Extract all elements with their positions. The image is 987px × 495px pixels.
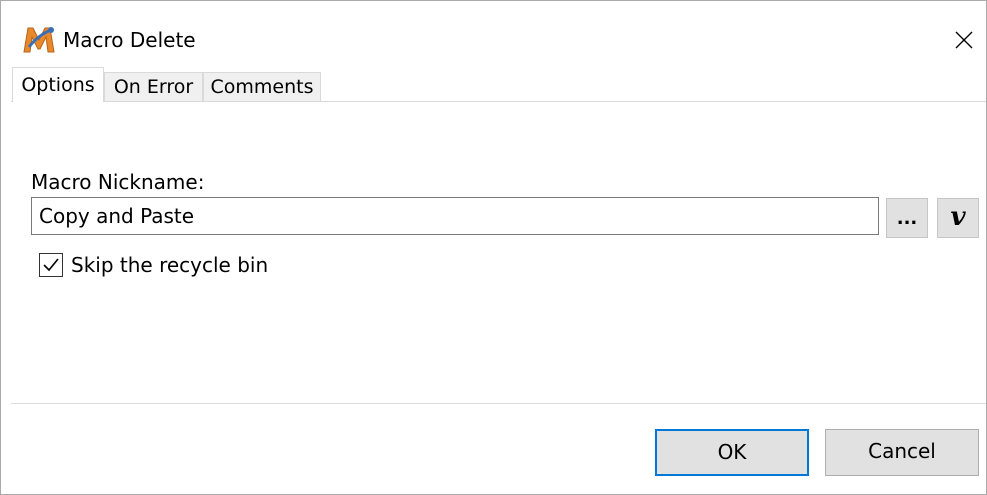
- cancel-button[interactable]: Cancel: [825, 429, 979, 476]
- skip-recycle-bin-checkbox[interactable]: [39, 253, 63, 277]
- tab-options[interactable]: Options: [12, 67, 104, 102]
- macro-m-icon: [23, 25, 55, 53]
- close-icon: [955, 31, 973, 49]
- macro-nickname-input[interactable]: [31, 197, 879, 235]
- browse-button[interactable]: ...: [886, 198, 928, 238]
- macro-nickname-label: Macro Nickname:: [31, 170, 205, 194]
- footer-divider: [11, 403, 986, 404]
- skip-recycle-bin-label: Skip the recycle bin: [71, 253, 269, 277]
- window-title: Macro Delete: [63, 28, 196, 52]
- tab-on-error[interactable]: On Error: [104, 72, 203, 101]
- ok-button[interactable]: OK: [655, 429, 809, 476]
- dialog-window: Macro Delete Options On Error Comments M…: [0, 0, 987, 495]
- checkmark-icon: [43, 258, 59, 272]
- title-bar: Macro Delete: [1, 1, 986, 65]
- close-button[interactable]: [941, 17, 987, 61]
- variable-button[interactable]: v: [937, 198, 979, 238]
- tab-comments[interactable]: Comments: [203, 72, 321, 101]
